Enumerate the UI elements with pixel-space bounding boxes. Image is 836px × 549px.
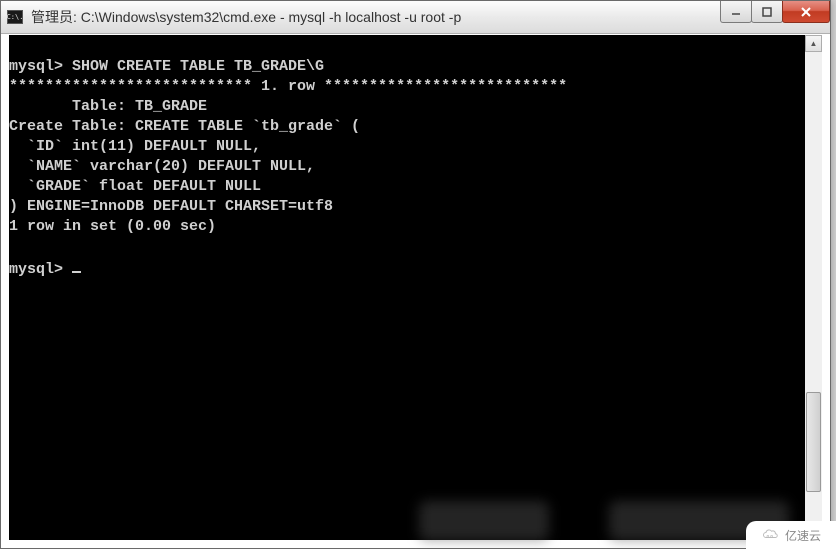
terminal-line: Create Table: CREATE TABLE `tb_grade` (	[9, 118, 360, 135]
cursor	[72, 257, 81, 273]
watermark-blur	[419, 501, 549, 541]
close-button[interactable]	[782, 1, 830, 23]
terminal-line: `NAME` varchar(20) DEFAULT NULL,	[9, 158, 315, 175]
cmd-icon: C:\.	[7, 10, 23, 24]
minimize-button[interactable]	[720, 1, 752, 23]
titlebar[interactable]: C:\. 管理员: C:\Windows\system32\cmd.exe - …	[1, 1, 830, 34]
terminal-line: Table: TB_GRADE	[9, 98, 207, 115]
client-area: mysql> SHOW CREATE TABLE TB_GRADE\G ****…	[9, 35, 822, 540]
scroll-thumb[interactable]	[806, 392, 821, 492]
scroll-up-button[interactable]: ▲	[805, 35, 822, 52]
badge-text: 亿速云	[785, 527, 821, 544]
command-prompt-window: C:\. 管理员: C:\Windows\system32\cmd.exe - …	[0, 0, 831, 549]
terminal-output[interactable]: mysql> SHOW CREATE TABLE TB_GRADE\G ****…	[9, 35, 805, 540]
terminal-line: *************************** 1. row *****…	[9, 78, 567, 95]
scroll-track[interactable]	[805, 52, 822, 523]
terminal-prompt: mysql>	[9, 261, 63, 278]
window-controls	[721, 1, 830, 23]
terminal-line: mysql> SHOW CREATE TABLE TB_GRADE\G	[9, 58, 324, 75]
cmd-icon-text: C:\.	[7, 14, 24, 21]
cloud-icon	[761, 528, 781, 542]
terminal-line: `GRADE` float DEFAULT NULL	[9, 178, 261, 195]
window-title: 管理员: C:\Windows\system32\cmd.exe - mysql…	[31, 7, 461, 27]
maximize-button[interactable]	[751, 1, 783, 23]
terminal-line: ) ENGINE=InnoDB DEFAULT CHARSET=utf8	[9, 198, 333, 215]
terminal-line: 1 row in set (0.00 sec)	[9, 218, 216, 235]
terminal-line: `ID` int(11) DEFAULT NULL,	[9, 138, 261, 155]
vertical-scrollbar[interactable]: ▲ ▼	[805, 35, 822, 540]
source-badge: 亿速云	[746, 521, 836, 549]
